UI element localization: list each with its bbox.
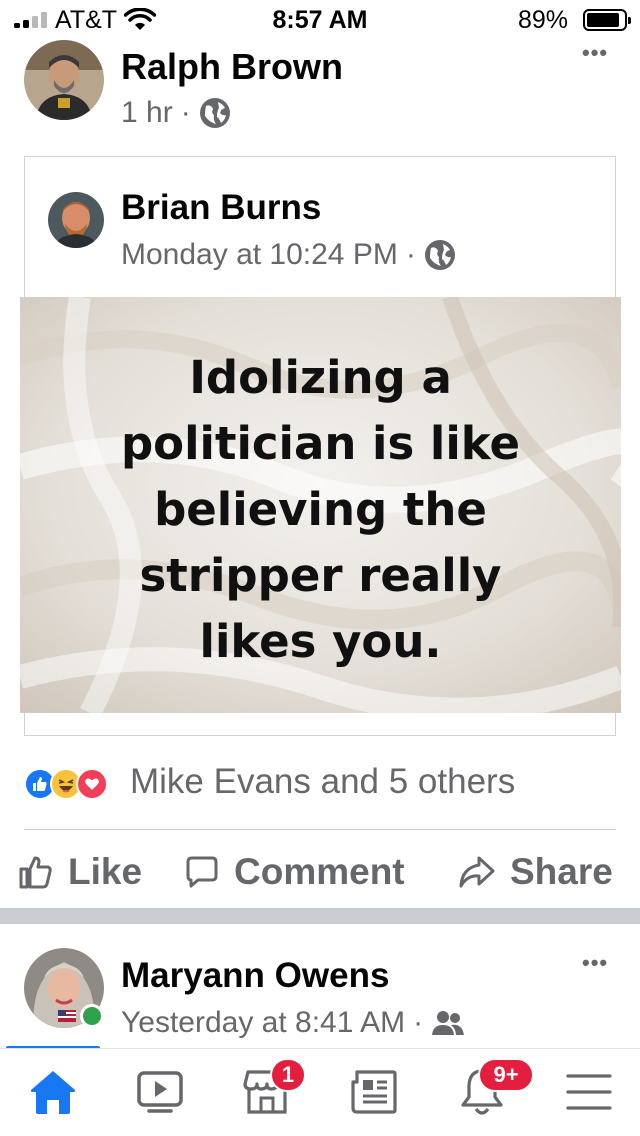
post-author-name[interactable]: Ralph Brown: [121, 46, 343, 88]
shared-post-image[interactable]: Idolizing a politician is like believing…: [20, 297, 621, 713]
news-icon: [351, 1070, 397, 1114]
love-reaction-icon: [76, 768, 108, 800]
share-button[interactable]: Share: [458, 848, 613, 896]
next-post-options-button[interactable]: •••: [582, 950, 608, 976]
tab-home[interactable]: [23, 1062, 83, 1122]
online-status-indicator: [80, 1004, 104, 1028]
notifications-badge: 9+: [478, 1058, 534, 1092]
home-icon: [30, 1071, 76, 1114]
quote-line: stripper really: [139, 549, 502, 602]
feed-separator: [0, 908, 640, 924]
next-post-author-name[interactable]: Maryann Owens: [121, 956, 389, 996]
comment-label: Comment: [234, 851, 405, 892]
quote-line: believing the: [154, 483, 487, 536]
video-icon: [137, 1071, 183, 1113]
quote-line: likes you.: [199, 615, 442, 668]
post-options-button[interactable]: •••: [582, 40, 608, 66]
marketplace-badge: 1: [270, 1058, 306, 1092]
meta-separator: ·: [180, 96, 191, 129]
quote-line: politician is like: [120, 417, 521, 470]
shared-avatar[interactable]: [48, 192, 104, 248]
like-label: Like: [68, 851, 143, 892]
globe-icon: [424, 240, 455, 270]
friends-icon: [432, 1011, 465, 1035]
share-icon: [459, 856, 495, 888]
globe-icon: [199, 98, 230, 128]
tab-watch[interactable]: [130, 1062, 190, 1122]
next-post-meta: Yesterday at 8:41 AM ·: [121, 1006, 465, 1040]
divider: [24, 829, 616, 830]
quote-line: Idolizing a: [189, 351, 452, 404]
thumbs-up-icon: [19, 856, 52, 889]
tab-news[interactable]: [344, 1062, 404, 1122]
avatar[interactable]: [24, 40, 104, 120]
image-quote-text: Idolizing a politician is like believing…: [20, 345, 621, 675]
battery-icon: [583, 9, 631, 31]
menu-icon: [566, 1074, 612, 1110]
reaction-summary[interactable]: Mike Evans and 5 others: [130, 762, 515, 802]
meta-separator: ·: [405, 238, 416, 271]
like-button[interactable]: Like: [18, 848, 142, 896]
next-post-timestamp[interactable]: Yesterday at 8:41 AM: [121, 1006, 405, 1040]
shared-post-meta: Monday at 10:24 PM ·: [121, 238, 456, 272]
status-bar: AT&T 8:57 AM 89%: [0, 0, 640, 40]
comment-button[interactable]: Comment: [184, 848, 405, 896]
comment-icon: [186, 856, 218, 888]
shared-post-author-name[interactable]: Brian Burns: [121, 188, 321, 228]
meta-separator: ·: [413, 1006, 424, 1039]
tab-menu[interactable]: [559, 1062, 619, 1122]
post-meta: 1 hr ·: [121, 96, 231, 130]
reaction-icons[interactable]: [24, 764, 108, 804]
battery-percentage: 89%: [518, 6, 569, 34]
tab-bar: [0, 1048, 640, 1136]
shared-post-timestamp[interactable]: Monday at 10:24 PM: [121, 238, 398, 272]
share-label: Share: [510, 851, 613, 892]
post-timestamp[interactable]: 1 hr: [121, 96, 173, 130]
